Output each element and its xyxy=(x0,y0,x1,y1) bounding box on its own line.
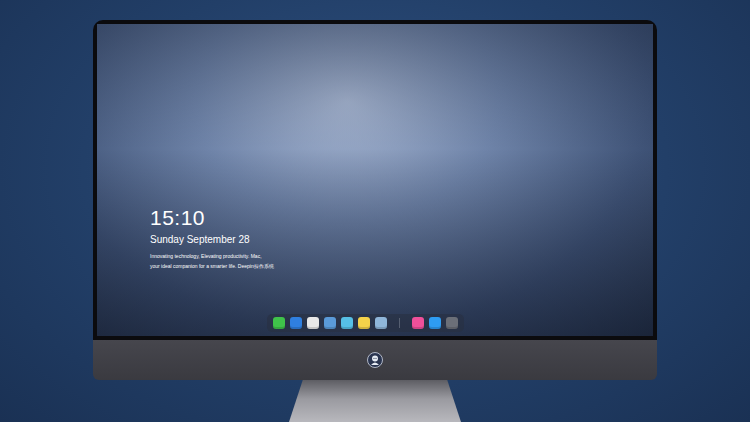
app-icon[interactable] xyxy=(446,317,458,329)
app-icon[interactable] xyxy=(375,317,387,329)
monitor-bezel: 15:10 Sunday September 28 Innovating techn… xyxy=(93,20,657,340)
dock-row xyxy=(97,314,653,336)
clock-time: 15:10 xyxy=(150,206,653,230)
lock-screen[interactable]: 15:10 Sunday September 28 Innovating techn… xyxy=(97,24,653,336)
slogan-line: Innovating technology, Elevating product… xyxy=(150,253,653,260)
app-icon[interactable] xyxy=(324,317,336,329)
monitor-stand xyxy=(289,380,461,422)
app-icon[interactable] xyxy=(290,317,302,329)
app-icon[interactable] xyxy=(412,317,424,329)
app-icon[interactable] xyxy=(307,317,319,329)
slogan-line: your ideal companion for a smarter life.… xyxy=(150,263,653,270)
app-icon[interactable] xyxy=(341,317,353,329)
dock xyxy=(267,314,464,332)
app-icon[interactable] xyxy=(358,317,370,329)
desktop-background: 15:10 Sunday September 28 Innovating techn… xyxy=(0,0,750,422)
clock-date: Sunday September 28 xyxy=(150,233,653,246)
dock-separator xyxy=(399,318,400,328)
app-icon[interactable] xyxy=(273,317,285,329)
logo-icon xyxy=(367,352,383,368)
app-icon[interactable] xyxy=(429,317,441,329)
lock-info: 15:10 Sunday September 28 Innovating techn… xyxy=(97,206,653,270)
monitor-chin xyxy=(93,340,657,380)
